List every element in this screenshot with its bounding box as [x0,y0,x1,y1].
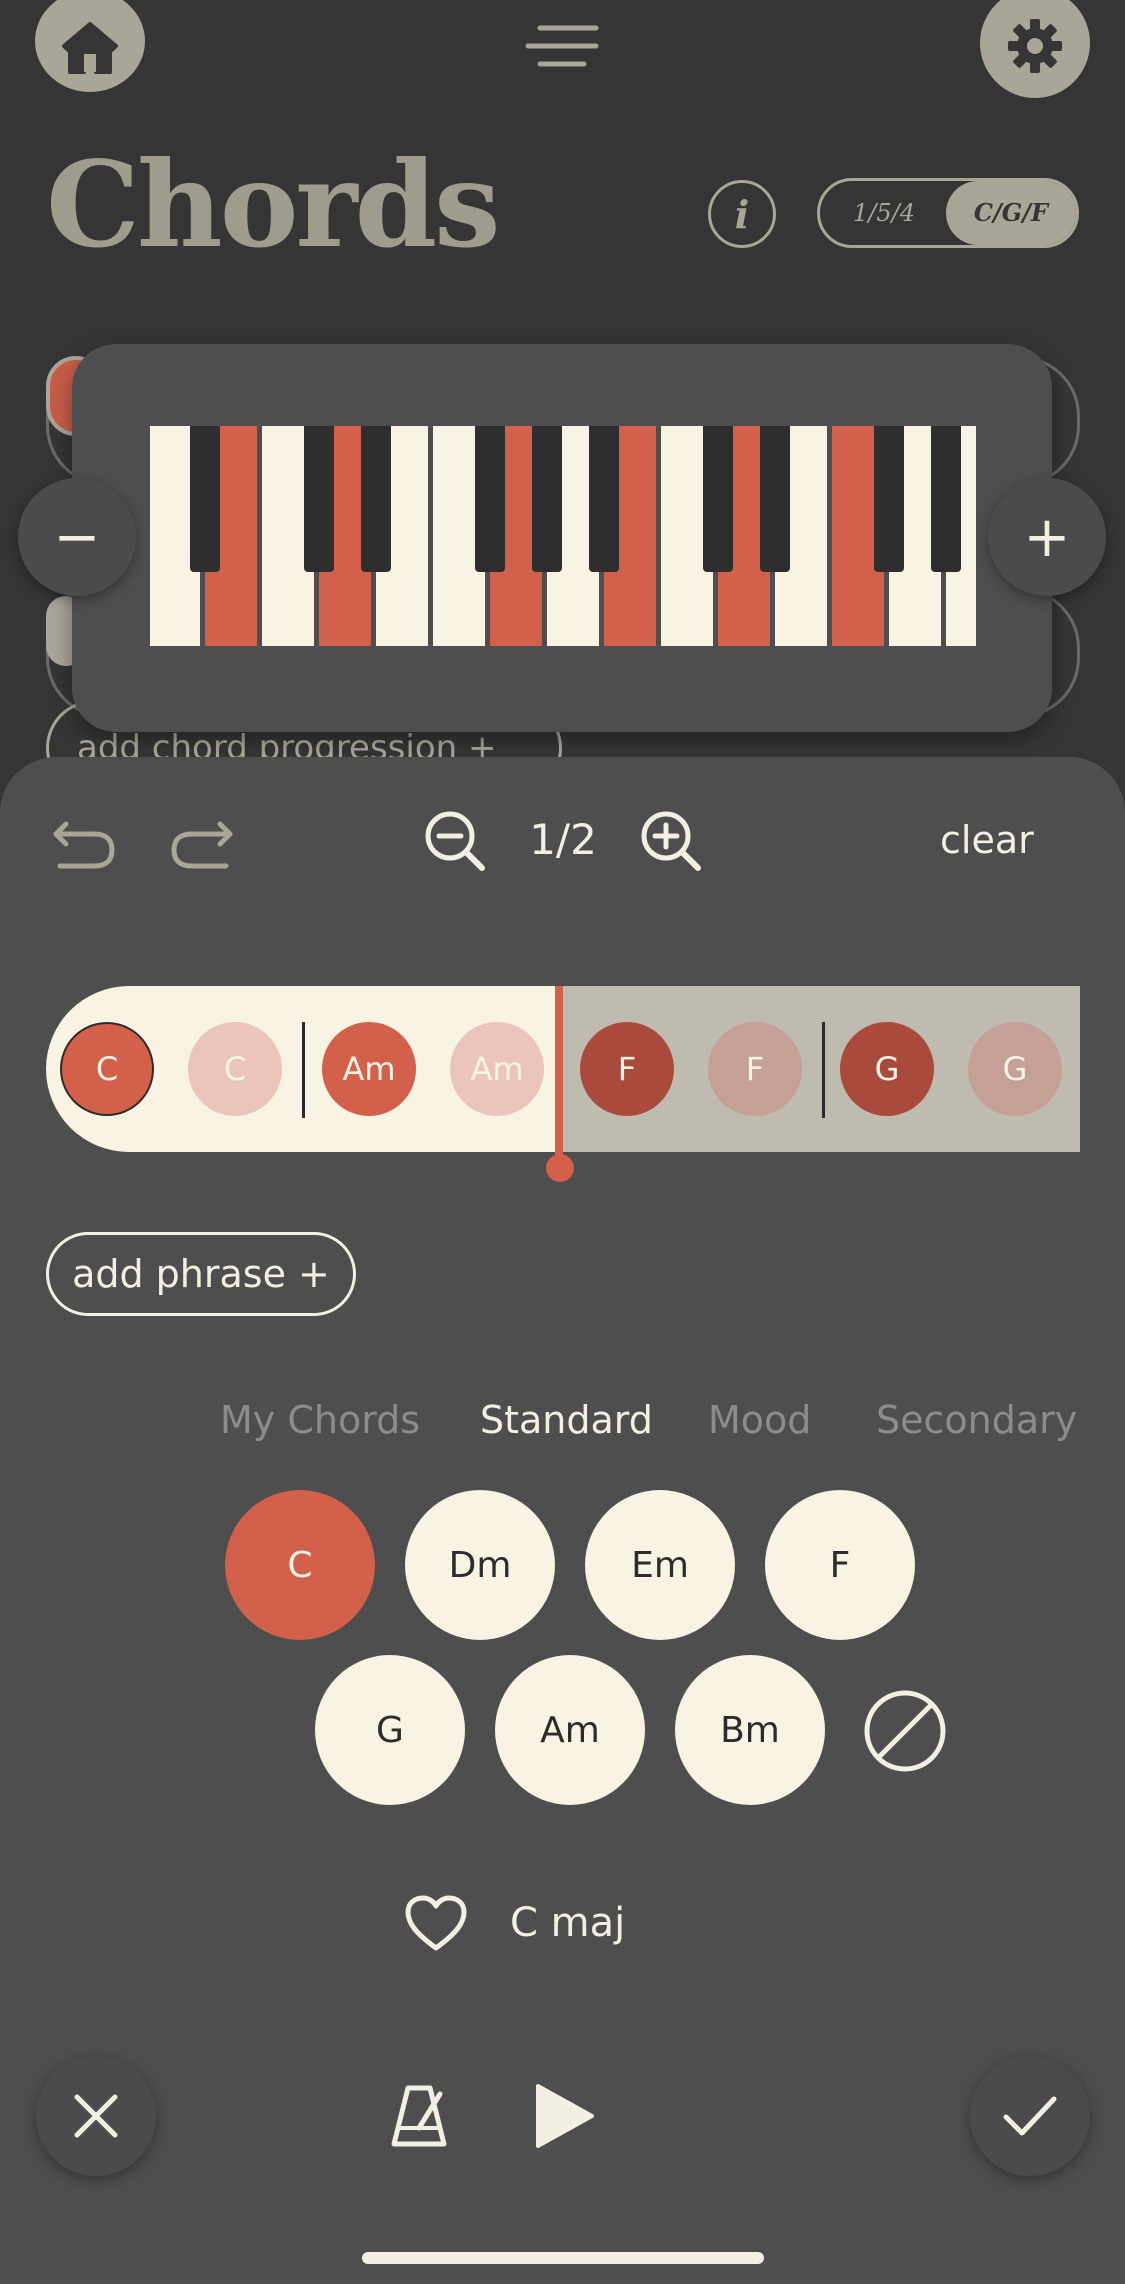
chord-button-g[interactable]: G [315,1655,465,1805]
piano-black-key[interactable] [703,426,733,572]
chord-timeline[interactable]: C C Am Am F F G G [46,986,1080,1152]
chord-button-em[interactable]: Em [585,1490,735,1640]
settings-button[interactable] [980,0,1090,98]
piano-keyboard[interactable] [150,426,976,646]
zoom-out-icon [425,811,485,871]
piano-black-key[interactable] [874,426,904,572]
gear-icon [1008,19,1062,73]
heart-icon [405,1895,467,1951]
zoom-out-button[interactable] [420,806,490,876]
confirm-button[interactable] [970,2056,1090,2176]
piano-black-key[interactable] [361,426,391,572]
notation-toggle[interactable]: 1/5/4 C/G/F [817,178,1079,248]
timeline-chord[interactable]: Am [322,1022,416,1116]
timeline-chord[interactable]: F [708,1022,802,1116]
chord-button-dm[interactable]: Dm [405,1490,555,1640]
cancel-button[interactable] [36,2056,156,2176]
timeline-chord[interactable]: Am [450,1022,544,1116]
plus-icon: + [1023,504,1071,570]
piano-black-key[interactable] [532,426,562,572]
metronome-icon [391,2085,447,2147]
home-indicator [362,2252,764,2264]
octave-down-button[interactable]: − [18,478,136,596]
redo-icon [171,821,233,869]
clear-button[interactable]: clear [940,810,1060,870]
metronome-button[interactable] [384,2080,454,2152]
chord-button-c[interactable]: C [225,1490,375,1640]
bar-separator [302,1022,305,1118]
close-icon [74,2094,118,2138]
tab-mood[interactable]: Mood [708,1390,811,1450]
chord-button-f[interactable]: F [765,1490,915,1640]
zoom-level: 1/2 [529,815,597,864]
playhead[interactable] [555,986,563,1164]
undo-icon [53,821,115,869]
playhead-handle[interactable] [546,1154,574,1182]
rest-chord-button[interactable] [862,1688,948,1774]
selected-chord-name: C maj [510,1900,626,1946]
add-phrase-button[interactable]: add phrase + [46,1232,356,1316]
piano-black-key[interactable] [760,426,790,572]
piano-black-key[interactable] [190,426,220,572]
menu-button[interactable] [520,18,604,78]
toggle-option-letters[interactable]: C/G/F [946,181,1076,245]
chord-button-bm[interactable]: Bm [675,1655,825,1805]
undo-button[interactable] [50,806,120,876]
redo-button[interactable] [166,806,236,876]
play-icon [536,2084,594,2148]
home-button[interactable] [35,0,145,92]
timeline-chord[interactable]: C [188,1022,282,1116]
piano-black-key[interactable] [475,426,505,572]
piano-black-key[interactable] [589,426,619,572]
timeline-chord[interactable]: F [580,1022,674,1116]
check-icon [1003,2096,1057,2136]
tab-standard[interactable]: Standard [480,1390,653,1450]
octave-up-button[interactable]: + [988,478,1106,596]
zoom-in-button[interactable] [636,806,706,876]
info-button[interactable]: i [708,180,776,248]
piano-black-key[interactable] [304,426,334,572]
favorite-button[interactable] [404,1894,468,1954]
no-chord-icon [864,1690,946,1772]
chord-button-am[interactable]: Am [495,1655,645,1805]
page-title: Chords [46,135,501,274]
timeline-chord[interactable]: G [968,1022,1062,1116]
zoom-in-icon [641,811,701,871]
menu-icon [525,25,599,67]
timeline-chord[interactable]: C [60,1022,154,1116]
toggle-option-numeric[interactable]: 1/5/4 [820,181,948,245]
tab-my-chords[interactable]: My Chords [220,1390,420,1450]
play-button[interactable] [530,2080,600,2152]
minus-icon: − [53,504,101,570]
timeline-chord[interactable]: G [840,1022,934,1116]
tab-secondary[interactable]: Secondary [876,1390,1077,1450]
piano-black-key[interactable] [931,426,961,572]
home-icon [62,22,118,74]
bar-separator [822,1022,825,1118]
